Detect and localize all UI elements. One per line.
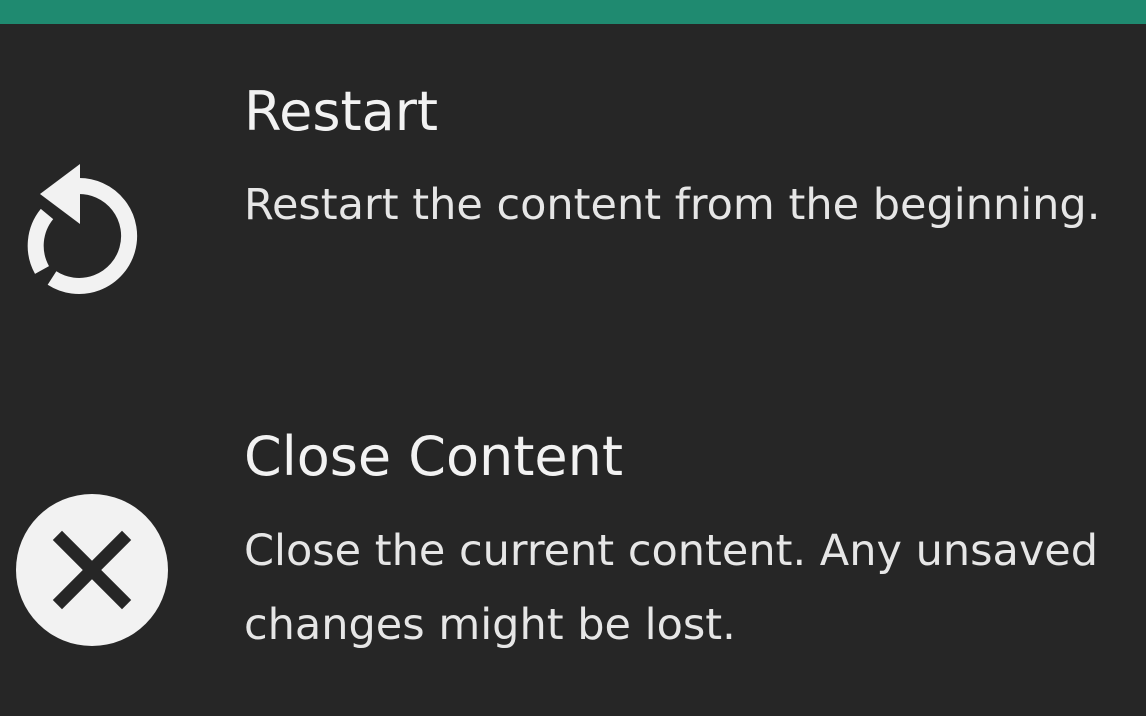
restart-icon	[27, 164, 138, 294]
close-content-option[interactable]: Close Content Close the current content.…	[0, 424, 1146, 684]
top-accent-bar	[0, 0, 1146, 24]
close-content-title: Close Content	[244, 425, 624, 488]
options-menu: Restart Restart the content from the beg…	[0, 24, 1146, 716]
close-circle-icon	[16, 494, 168, 646]
restart-option[interactable]: Restart Restart the content from the beg…	[0, 80, 1146, 340]
restart-title: Restart	[244, 80, 439, 143]
restart-description: Restart the content from the beginning.	[244, 180, 1101, 230]
close-content-description: Close the current content. Any unsaved c…	[244, 526, 1099, 650]
